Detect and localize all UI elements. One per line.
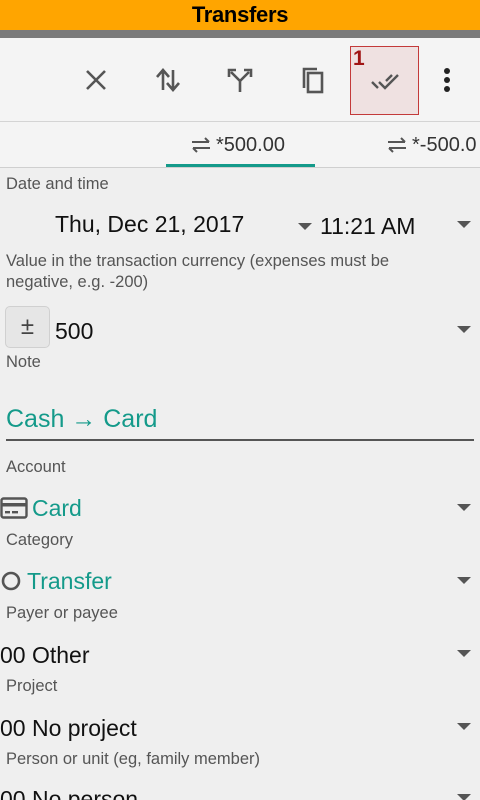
swap-vertical-icon — [156, 68, 180, 92]
transaction-tabs: *500.00 *-500.0 — [0, 122, 480, 168]
value-label: Value in the transaction currency (expen… — [6, 252, 390, 291]
account-dropdown-arrow[interactable] — [457, 504, 471, 511]
copy-button[interactable] — [278, 46, 346, 114]
close-icon — [86, 70, 106, 90]
split-icon — [227, 68, 253, 92]
date-picker[interactable]: Thu, Dec 21, 2017 — [55, 211, 244, 238]
tab-label: *500.00 — [216, 134, 285, 156]
window-title: Transfers — [191, 2, 289, 27]
account-label: Account — [6, 458, 66, 476]
amount-input[interactable]: 500 — [55, 318, 93, 345]
split-button[interactable] — [206, 46, 274, 114]
swap-button[interactable] — [134, 46, 202, 114]
category-selector[interactable]: Transfer — [27, 568, 112, 595]
category-circle-icon — [1, 571, 21, 591]
payee-dropdown-arrow[interactable] — [457, 650, 471, 657]
copy-icon — [302, 67, 324, 94]
confirm-button[interactable]: 1 — [350, 46, 419, 115]
account-selector[interactable]: Card — [32, 495, 82, 522]
payee-label: Payer or payee — [6, 604, 118, 622]
datetime-label: Date and time — [6, 175, 109, 193]
note-input[interactable]: Cash → Card — [6, 405, 157, 434]
sign-toggle-button[interactable]: ± — [5, 306, 50, 348]
time-picker[interactable]: 11:21 AM — [320, 213, 415, 240]
time-dropdown-arrow[interactable] — [457, 221, 471, 228]
title-separator — [0, 30, 480, 38]
project-dropdown-arrow[interactable] — [457, 723, 471, 730]
project-label: Project — [6, 677, 58, 695]
payee-selector[interactable]: 00 Other — [0, 642, 90, 669]
tab-label: *-500.0 — [412, 134, 477, 156]
window-title-bar: Transfers — [0, 0, 480, 30]
more-options-button[interactable] — [413, 46, 480, 114]
category-label: Category — [6, 531, 73, 549]
date-dropdown-arrow[interactable] — [298, 223, 312, 230]
person-selector[interactable]: 00 No person — [0, 786, 138, 800]
close-button[interactable] — [62, 46, 130, 114]
swap-horizontal-icon — [388, 137, 406, 153]
tab-transfer-negative[interactable]: *-500.0 — [386, 122, 477, 168]
tab-divider — [0, 167, 480, 168]
person-dropdown-arrow[interactable] — [457, 794, 471, 800]
swap-horizontal-icon — [192, 137, 210, 153]
note-input-underline — [6, 439, 474, 441]
person-label: Person or unit (eg, family member) — [6, 750, 261, 768]
confirm-badge: 1 — [353, 47, 365, 70]
action-toolbar: 1 — [0, 38, 480, 122]
project-selector[interactable]: 00 No project — [0, 715, 137, 742]
credit-card-icon — [0, 497, 28, 519]
tab-transfer-positive[interactable]: *500.00 — [190, 122, 285, 168]
done-all-icon — [370, 73, 399, 90]
more-vert-icon — [444, 68, 450, 92]
note-label: Note — [6, 353, 41, 371]
category-dropdown-arrow[interactable] — [457, 577, 471, 584]
amount-dropdown-arrow[interactable] — [457, 326, 471, 333]
